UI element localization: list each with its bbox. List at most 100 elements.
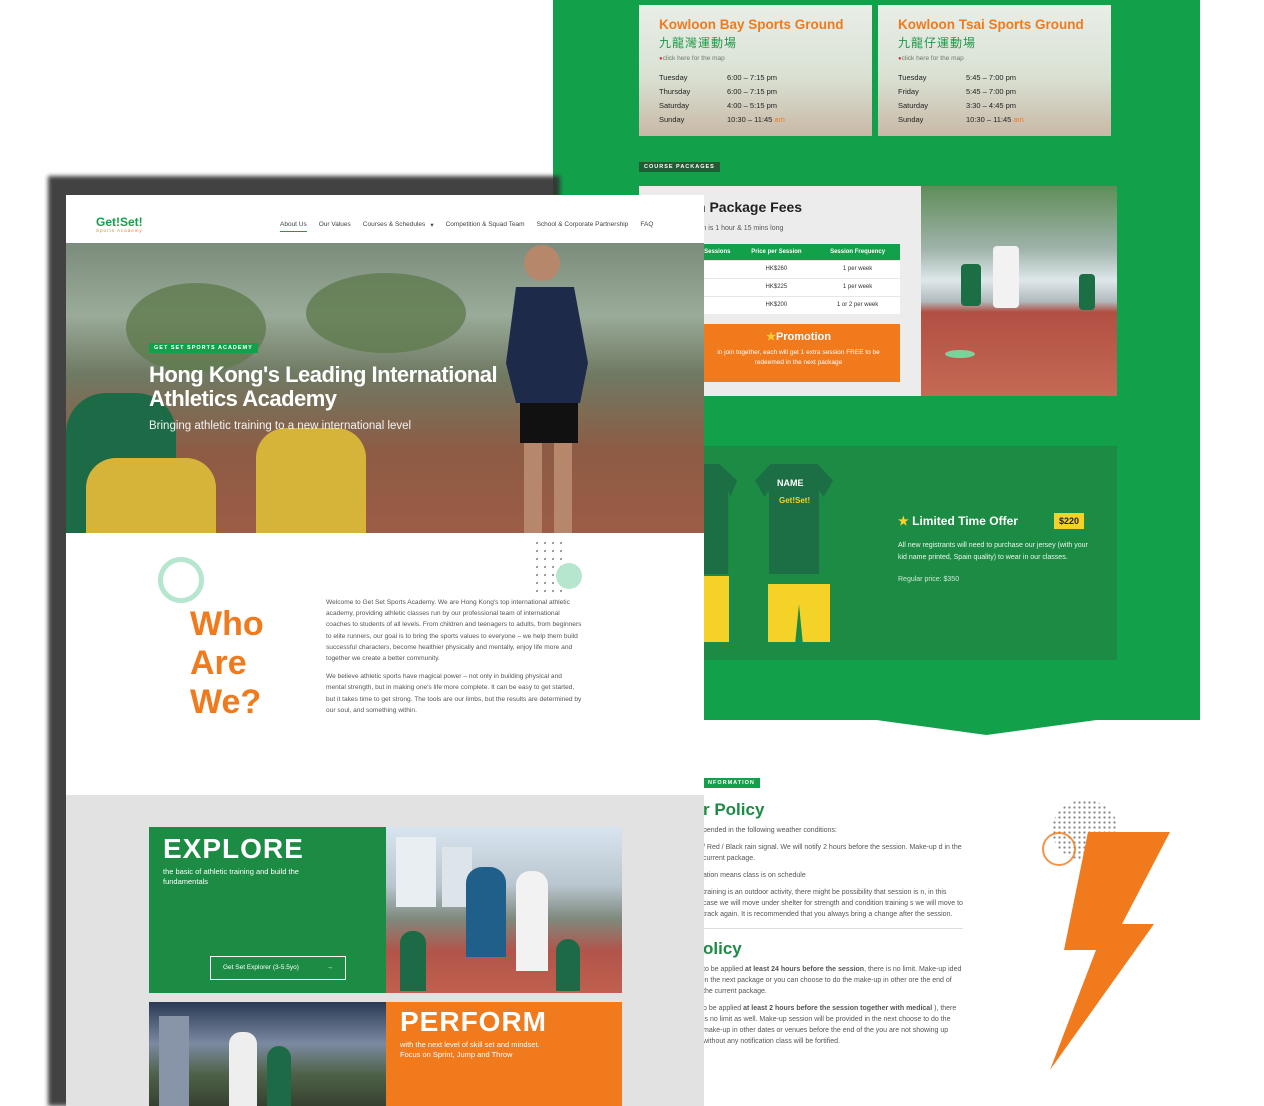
regular-price: Regular price: $350 — [898, 576, 960, 583]
explore-card: EXPLORE the basic of athletic training a… — [149, 827, 386, 993]
building — [159, 1016, 189, 1106]
schedule-row: Tuesday 5:45 – 7:00 pm — [898, 70, 1024, 84]
nav-school-corporate[interactable]: School & Corporate Partnership — [537, 221, 629, 232]
offer-description: All new registrants will need to purchas… — [898, 542, 1088, 561]
promotion-title-text: Promotion — [775, 331, 831, 343]
explorer-button[interactable]: Get Set Explorer (3-5.5yo) → — [210, 956, 346, 980]
top-navigation: Get!Set! Sports Academy About Us Our Valu… — [66, 195, 704, 243]
background-trees — [126, 283, 266, 373]
time-text: 5:45 – 7:00 pm — [966, 72, 1017, 82]
policy-text-part: o be applied — [703, 1005, 744, 1012]
col-header: Price per Session — [737, 244, 816, 260]
schedule-time: 10:30 – 11:45 am — [966, 112, 1024, 126]
nav-our-values[interactable]: Our Values — [319, 221, 351, 232]
who-heading: Who Are We? — [190, 605, 264, 722]
explore-description: the basic of athletic training and build… — [163, 867, 299, 886]
perform-title: PERFORM — [400, 1006, 547, 1037]
star-icon: ★ — [898, 514, 909, 528]
site-logo[interactable]: Get!Set! Sports Academy — [96, 215, 143, 233]
offer-details: ★ Limited Time Offer $220 All new regist… — [898, 513, 1098, 583]
logo-text: Get!Set! — [96, 215, 143, 229]
time-text: 5:45 – 7:00 pm — [966, 86, 1017, 96]
hero-title: Hong Kong's Leading International Athlet… — [149, 362, 498, 411]
nav-competition-squad[interactable]: Competition & Squad Team — [446, 221, 525, 232]
schedule-day: Friday — [898, 86, 919, 96]
schedule-time: 6:00 – 7:15 pm — [727, 84, 785, 98]
explore-photo — [386, 827, 622, 993]
policy-text: o be applied at least 2 hours before the… — [703, 1003, 963, 1047]
schedule-row: Thursday 6:00 – 7:15 pm — [659, 84, 785, 98]
offer-title-text: Limited Time Offer — [912, 514, 1018, 528]
table-cell: 1 per week — [815, 277, 900, 296]
policy-text: training is an outdoor activity, there m… — [703, 889, 963, 918]
schedule-day: Saturday — [898, 100, 929, 110]
promotion-box: ★Promotion in join together, each will g… — [697, 324, 900, 382]
promotion-title: ★Promotion — [697, 330, 900, 343]
policy-text-bold: at least 24 hours before the session — [745, 966, 865, 973]
fees-header-row: Sessions Price per Session Session Frequ… — [697, 244, 900, 260]
hero-banner: GET SET SPORTS ACADEMY Hong Kong's Leadi… — [66, 243, 704, 533]
jersey-name-print: NAME — [777, 478, 804, 488]
schedule-day: Tuesday — [659, 72, 688, 82]
venue-chinese-name: 九龍仔運動場 — [898, 36, 977, 50]
course-packages-tag: COURSE PACKAGES — [639, 162, 720, 172]
training-photo — [921, 186, 1117, 396]
schedule-day: Saturday — [659, 100, 690, 110]
star-icon: ★ — [766, 331, 776, 343]
policy-text: to be applied at least 24 hours before t… — [703, 964, 963, 997]
time-text: 6:00 – 7:15 pm — [727, 86, 778, 96]
nav-faq[interactable]: FAQ — [640, 221, 653, 232]
venue-schedule: Tuesday 6:00 – 7:15 pm Thursday 6:00 – 7:1… — [659, 70, 785, 126]
venue-card-kowloon-bay: Kowloon Bay Sports Ground 九龍灣運動場 click h… — [639, 5, 872, 136]
kid-figure — [961, 264, 981, 306]
venue-chinese-name: 九龍灣運動場 — [659, 36, 738, 50]
schedule-row: Saturday 3:30 – 4:45 pm — [898, 98, 1024, 112]
jersey-offer-panel: NAME Get!Set! ★ Limited Time Offer $220 … — [693, 446, 1117, 660]
schedule-row: Tuesday 6:00 – 7:15 pm — [659, 70, 785, 84]
policy-text: ation means class is on schedule — [703, 872, 806, 879]
fees-table: Sessions Price per Session Session Frequ… — [697, 244, 900, 314]
coach-figure — [516, 871, 548, 971]
venue-map-link[interactable]: click here for the map — [898, 55, 1091, 62]
table-cell: HK$200 — [737, 295, 816, 314]
policy-text-bold: at least 2 hours before the session toge… — [743, 1005, 935, 1012]
who-text: Welcome to Get Set Sports Academy. We ar… — [326, 597, 582, 723]
venue-map-link[interactable]: click here for the map — [659, 55, 852, 62]
explore-title: EXPLORE — [163, 833, 304, 864]
fees-subtitle: ion is 1 hour & 15 mins long — [697, 225, 784, 232]
coach-figure — [229, 1032, 257, 1106]
schedule-time: 4:00 – 5:15 pm — [727, 98, 785, 112]
who-heading-line: Are — [190, 644, 247, 682]
policy-text-part: to be applied — [703, 966, 746, 973]
schedule-row: Friday 5:45 – 7:00 pm — [898, 84, 1024, 98]
fees-title: n Package Fees — [697, 199, 803, 215]
schedule-day: Sunday — [659, 114, 685, 124]
time-text: 10:30 – 11:45 — [727, 114, 775, 124]
chevron-down-icon[interactable]: ▾ — [430, 221, 433, 232]
schedule-row: Sunday 10:30 – 11:45 am — [659, 112, 785, 126]
nav-about-us[interactable]: About Us — [280, 221, 307, 232]
nav-courses-schedules[interactable]: Courses & Schedules — [363, 221, 426, 232]
policy-text: / Red / Black rain signal. We will notif… — [703, 844, 962, 862]
front-page: Get!Set! Sports Academy About Us Our Valu… — [66, 195, 704, 1106]
table-cell: 1 per week — [815, 259, 900, 278]
jersey-logo-print: Get!Set! — [779, 496, 811, 505]
arrow-right-icon: → — [326, 964, 334, 971]
table-cell: 1 or 2 per week — [815, 295, 900, 314]
showcase-stage: Kowloon Bay Sports Ground 九龍灣運動場 click h… — [0, 0, 1264, 1106]
kid-figure — [267, 1046, 291, 1106]
venue-name: Kowloon Tsai Sports Ground — [898, 17, 1084, 32]
schedule-day: Tuesday — [898, 72, 927, 82]
circle-decoration — [556, 563, 582, 589]
schedule-time: 6:00 – 7:15 pm — [727, 70, 785, 84]
kid-figure — [1079, 274, 1095, 310]
perform-photo — [149, 1002, 386, 1106]
table-row: HK$225 1 per week — [697, 277, 900, 296]
policy-section: r Policy pended in the following weather… — [703, 790, 963, 1053]
am-text: am — [774, 114, 785, 124]
divider — [703, 928, 963, 929]
who-paragraph: We believe athletic sports have magical … — [326, 673, 582, 714]
promotion-text: in join together, each will get 1 extra … — [717, 349, 880, 366]
who-heading-line: Who — [190, 605, 264, 643]
time-text: 6:00 – 7:15 pm — [727, 72, 778, 82]
